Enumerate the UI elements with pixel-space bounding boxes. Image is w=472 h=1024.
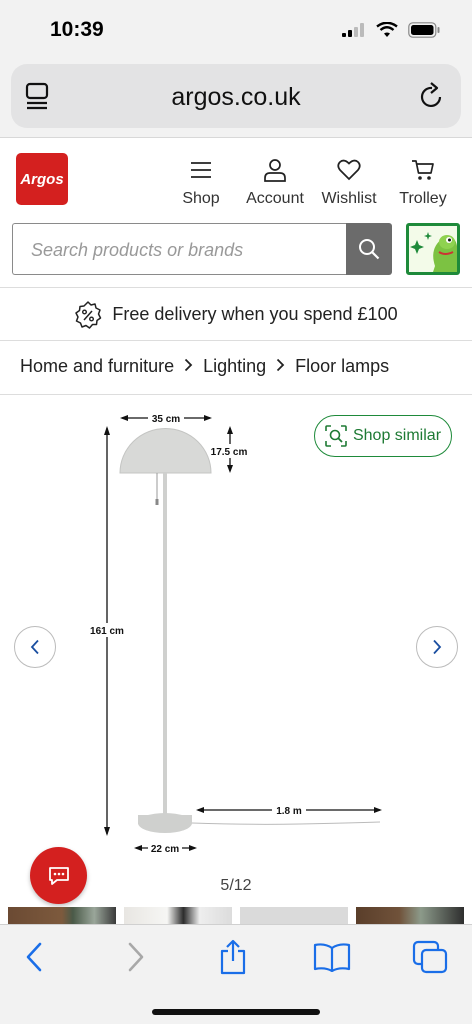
home-indicator [152, 1009, 320, 1015]
share-button[interactable] [209, 937, 257, 977]
tabs-button[interactable] [406, 937, 454, 977]
heart-icon [337, 159, 361, 181]
book-icon [313, 943, 351, 972]
chevron-right-icon [184, 356, 193, 377]
promo-badge[interactable] [406, 223, 460, 275]
discount-badge-icon [75, 300, 102, 329]
thumbnail-4[interactable] [356, 907, 464, 924]
battery-icon [408, 22, 440, 38]
forward-button[interactable] [112, 937, 160, 977]
search-icon [359, 239, 380, 260]
chevron-left-icon [26, 942, 42, 972]
total-height-label: 161 cm [90, 626, 124, 637]
nav-trolley-label: Trolley [399, 190, 447, 207]
reload-icon[interactable] [419, 82, 445, 110]
gallery-next-button[interactable] [416, 626, 458, 668]
shade-height-label: 17.5 cm [211, 447, 248, 458]
shop-similar-button[interactable]: Shop similar [314, 415, 452, 457]
share-icon [220, 939, 246, 975]
breadcrumb-floor-lamps[interactable]: Floor lamps [295, 356, 389, 377]
browser-address-area: argos.co.uk [0, 56, 472, 138]
cable-length-label: 1.8 m [276, 806, 302, 817]
nav-account[interactable]: Account [242, 155, 308, 208]
thumbnail-3[interactable] [240, 907, 348, 924]
breadcrumb: Home and furniture Lighting Floor lamps [20, 356, 389, 377]
site-header: Argos Shop Account Wishlist Trolley Sear… [0, 140, 472, 288]
address-bar[interactable]: argos.co.uk [11, 64, 461, 128]
thumbnail-2[interactable] [124, 907, 232, 924]
menu-icon [191, 162, 211, 178]
shade-width-label: 35 cm [152, 414, 180, 425]
product-gallery[interactable]: 35 cm 17.5 cm 161 cm 22 cm 1.8 m Shop si… [0, 395, 472, 910]
shop-similar-label: Shop similar [352, 427, 442, 444]
cart-icon [412, 160, 434, 180]
delivery-banner[interactable]: Free delivery when you spend £100 [0, 289, 472, 341]
nav-account-label: Account [246, 190, 304, 207]
status-time: 10:39 [50, 18, 104, 41]
logo-text: Argos [20, 170, 64, 188]
bookmarks-button[interactable] [308, 937, 356, 977]
nav-shop-label: Shop [182, 190, 220, 207]
wifi-icon [376, 22, 398, 37]
gallery-counter: 5/12 [220, 877, 252, 894]
nav-trolley[interactable]: Trolley [396, 155, 450, 208]
back-button[interactable] [10, 937, 58, 977]
chameleon-mascot-icon [409, 226, 457, 272]
breadcrumb-home-and-furniture[interactable]: Home and furniture [20, 356, 174, 377]
argos-logo[interactable]: Argos [16, 153, 68, 205]
delivery-text: Free delivery when you spend £100 [112, 304, 398, 324]
signal-icon [342, 23, 364, 37]
gallery-prev-button[interactable] [14, 626, 56, 668]
nav-wishlist-label: Wishlist [321, 190, 377, 207]
visual-search-icon [325, 425, 347, 447]
nav-shop[interactable]: Shop [178, 155, 224, 208]
user-icon [264, 159, 286, 182]
status-bar: 10:39 [0, 0, 472, 56]
nav-wishlist[interactable]: Wishlist [318, 155, 380, 208]
chevron-right-icon [276, 356, 285, 377]
chevron-right-icon [128, 942, 144, 972]
status-icons [342, 22, 440, 38]
chevron-right-icon [433, 639, 442, 655]
thumbnail-1[interactable] [8, 907, 116, 924]
thumbnail-strip [0, 907, 472, 924]
breadcrumb-lighting[interactable]: Lighting [203, 356, 266, 377]
browser-toolbar [0, 924, 472, 1024]
product-image[interactable]: 35 cm 17.5 cm 161 cm 22 cm 1.8 m [0, 395, 472, 865]
chevron-left-icon [30, 639, 39, 655]
search-button[interactable] [346, 223, 392, 275]
search-input[interactable]: Search products or brands [12, 223, 346, 275]
tabs-icon [412, 940, 448, 974]
url-text[interactable]: argos.co.uk [11, 83, 461, 112]
base-width-label: 22 cm [151, 844, 179, 855]
chat-button[interactable] [30, 847, 87, 904]
